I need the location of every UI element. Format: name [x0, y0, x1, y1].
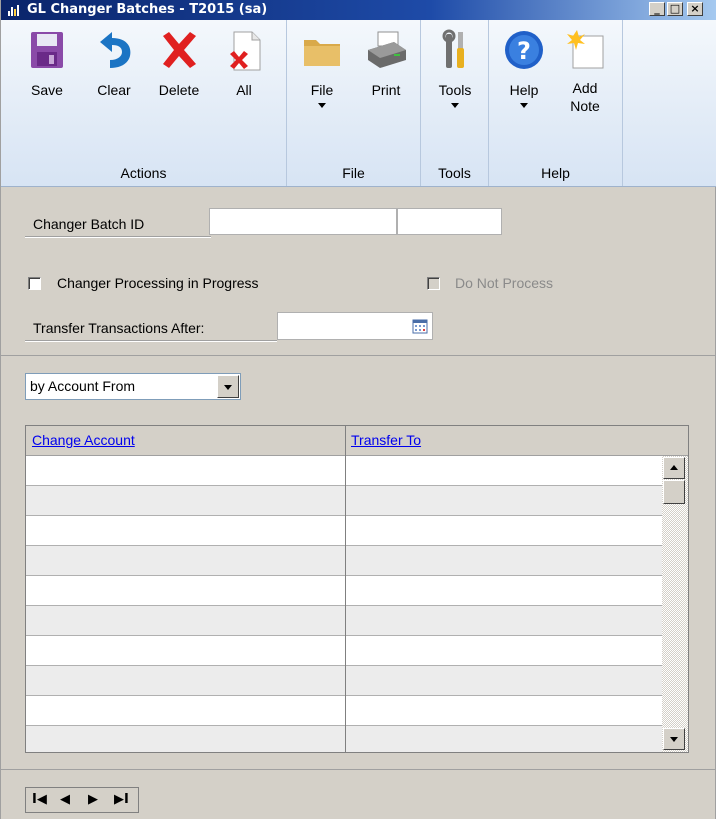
- transfer-after-date-input[interactable]: [277, 312, 433, 340]
- ribbon-group-label-actions: Actions: [120, 165, 167, 181]
- column-header-change-account[interactable]: Change Account: [32, 432, 135, 448]
- column-header-transfer-to[interactable]: Transfer To: [351, 432, 421, 448]
- scroll-down-button[interactable]: [663, 728, 685, 750]
- batch-form: Changer Batch ID Changer Processing in P…: [1, 188, 716, 356]
- gl-changer-batches-window: GL Changer Batches - T2015 (sa) _ □ × Sa…: [0, 0, 716, 819]
- grid-scrollbar[interactable]: [662, 456, 688, 752]
- print-button[interactable]: Print: [359, 28, 413, 99]
- ribbon-group-label-file: File: [342, 165, 365, 181]
- scroll-up-button[interactable]: [663, 457, 685, 479]
- delete-button[interactable]: Delete: [151, 28, 207, 99]
- next-record-button[interactable]: ▶: [88, 792, 98, 807]
- ribbon-group-help: ? Help Add Note Help: [489, 20, 623, 186]
- all-label: All: [236, 82, 252, 98]
- help-dropdown-arrow-icon: [520, 103, 528, 108]
- tools-label: Tools: [438, 82, 472, 98]
- ribbon: Save Clear Delete All Actions File Print…: [1, 20, 716, 187]
- delete-all-button[interactable]: All: [219, 28, 269, 99]
- column-divider: [345, 426, 346, 752]
- calendar-icon[interactable]: [412, 318, 428, 334]
- delete-all-icon: [230, 31, 261, 71]
- add-note-label-2: Note: [570, 98, 600, 114]
- transfer-after-label: Transfer Transactions After:: [33, 320, 205, 336]
- clear-button[interactable]: Clear: [89, 28, 139, 99]
- last-record-button[interactable]: ▶I: [114, 792, 129, 807]
- table-row[interactable]: [26, 486, 662, 516]
- clear-label: Clear: [97, 82, 131, 98]
- table-row[interactable]: [26, 726, 662, 752]
- record-navigation-bar: I◀ ◀ ▶ ▶I: [1, 769, 716, 819]
- batch-id-input[interactable]: [209, 208, 397, 235]
- previous-record-button[interactable]: ◀: [60, 792, 70, 807]
- table-row[interactable]: [26, 666, 662, 696]
- tools-icon: [442, 29, 464, 68]
- save-button[interactable]: Save: [19, 28, 75, 99]
- help-icon: ?: [505, 31, 543, 69]
- scroll-thumb[interactable]: [663, 480, 685, 504]
- minimize-button[interactable]: _: [649, 2, 665, 16]
- app-icon: [8, 5, 19, 16]
- tools-menu-button[interactable]: Tools: [429, 28, 481, 108]
- help-menu-button[interactable]: ? Help: [499, 28, 549, 108]
- save-label: Save: [31, 82, 63, 98]
- file-menu-button[interactable]: File: [297, 28, 347, 108]
- batch-id-label-underline: [25, 236, 211, 238]
- batch-id-suffix-input[interactable]: [397, 208, 502, 235]
- save-icon: [31, 32, 63, 68]
- account-grid: Change Account Transfer To: [25, 425, 689, 753]
- processing-in-progress-checkbox[interactable]: [28, 277, 41, 290]
- delete-icon: [163, 32, 196, 68]
- batch-id-label: Changer Batch ID: [33, 216, 145, 232]
- processing-in-progress-label: Changer Processing in Progress: [57, 275, 259, 291]
- help-label: Help: [509, 82, 539, 98]
- close-button[interactable]: ×: [687, 2, 703, 16]
- table-row[interactable]: [26, 576, 662, 606]
- do-not-process-label: Do Not Process: [455, 275, 554, 291]
- undo-icon: [100, 32, 131, 68]
- svg-text:?: ?: [517, 37, 531, 65]
- transfer-after-label-underline: [25, 340, 277, 342]
- tools-dropdown-arrow-icon: [451, 103, 459, 108]
- table-row[interactable]: [26, 606, 662, 636]
- add-note-button[interactable]: Add Note: [559, 28, 611, 115]
- ribbon-group-file: File Print File: [287, 20, 421, 186]
- view-by-select-value: by Account From: [30, 378, 136, 394]
- folder-icon: [304, 40, 340, 66]
- table-row[interactable]: [26, 546, 662, 576]
- ribbon-group-actions: Save Clear Delete All Actions: [1, 20, 287, 186]
- do-not-process-checkbox[interactable]: [427, 277, 440, 290]
- file-dropdown-arrow-icon: [318, 103, 326, 108]
- maximize-button[interactable]: □: [667, 2, 683, 16]
- table-row[interactable]: [26, 456, 662, 486]
- title-bar[interactable]: GL Changer Batches - T2015 (sa) _ □ ×: [1, 0, 716, 20]
- table-row[interactable]: [26, 636, 662, 666]
- window-title: GL Changer Batches - T2015 (sa): [27, 2, 268, 17]
- ribbon-group-label-help: Help: [541, 165, 570, 181]
- view-by-select[interactable]: by Account From: [25, 373, 241, 400]
- grid-header: Change Account Transfer To: [26, 426, 688, 456]
- record-navigation: I◀ ◀ ▶ ▶I: [25, 787, 139, 813]
- chevron-down-icon[interactable]: [217, 375, 239, 398]
- table-row[interactable]: [26, 516, 662, 546]
- file-label: File: [310, 82, 334, 98]
- first-record-button[interactable]: I◀: [32, 792, 47, 807]
- note-icon: [567, 30, 604, 69]
- table-row[interactable]: [26, 696, 662, 726]
- delete-label: Delete: [158, 82, 200, 98]
- ribbon-group-tools: Tools Tools: [421, 20, 489, 186]
- printer-icon: [368, 31, 406, 68]
- ribbon-group-label-tools: Tools: [438, 165, 471, 181]
- print-label: Print: [371, 82, 401, 98]
- add-note-label-1: Add: [572, 80, 598, 96]
